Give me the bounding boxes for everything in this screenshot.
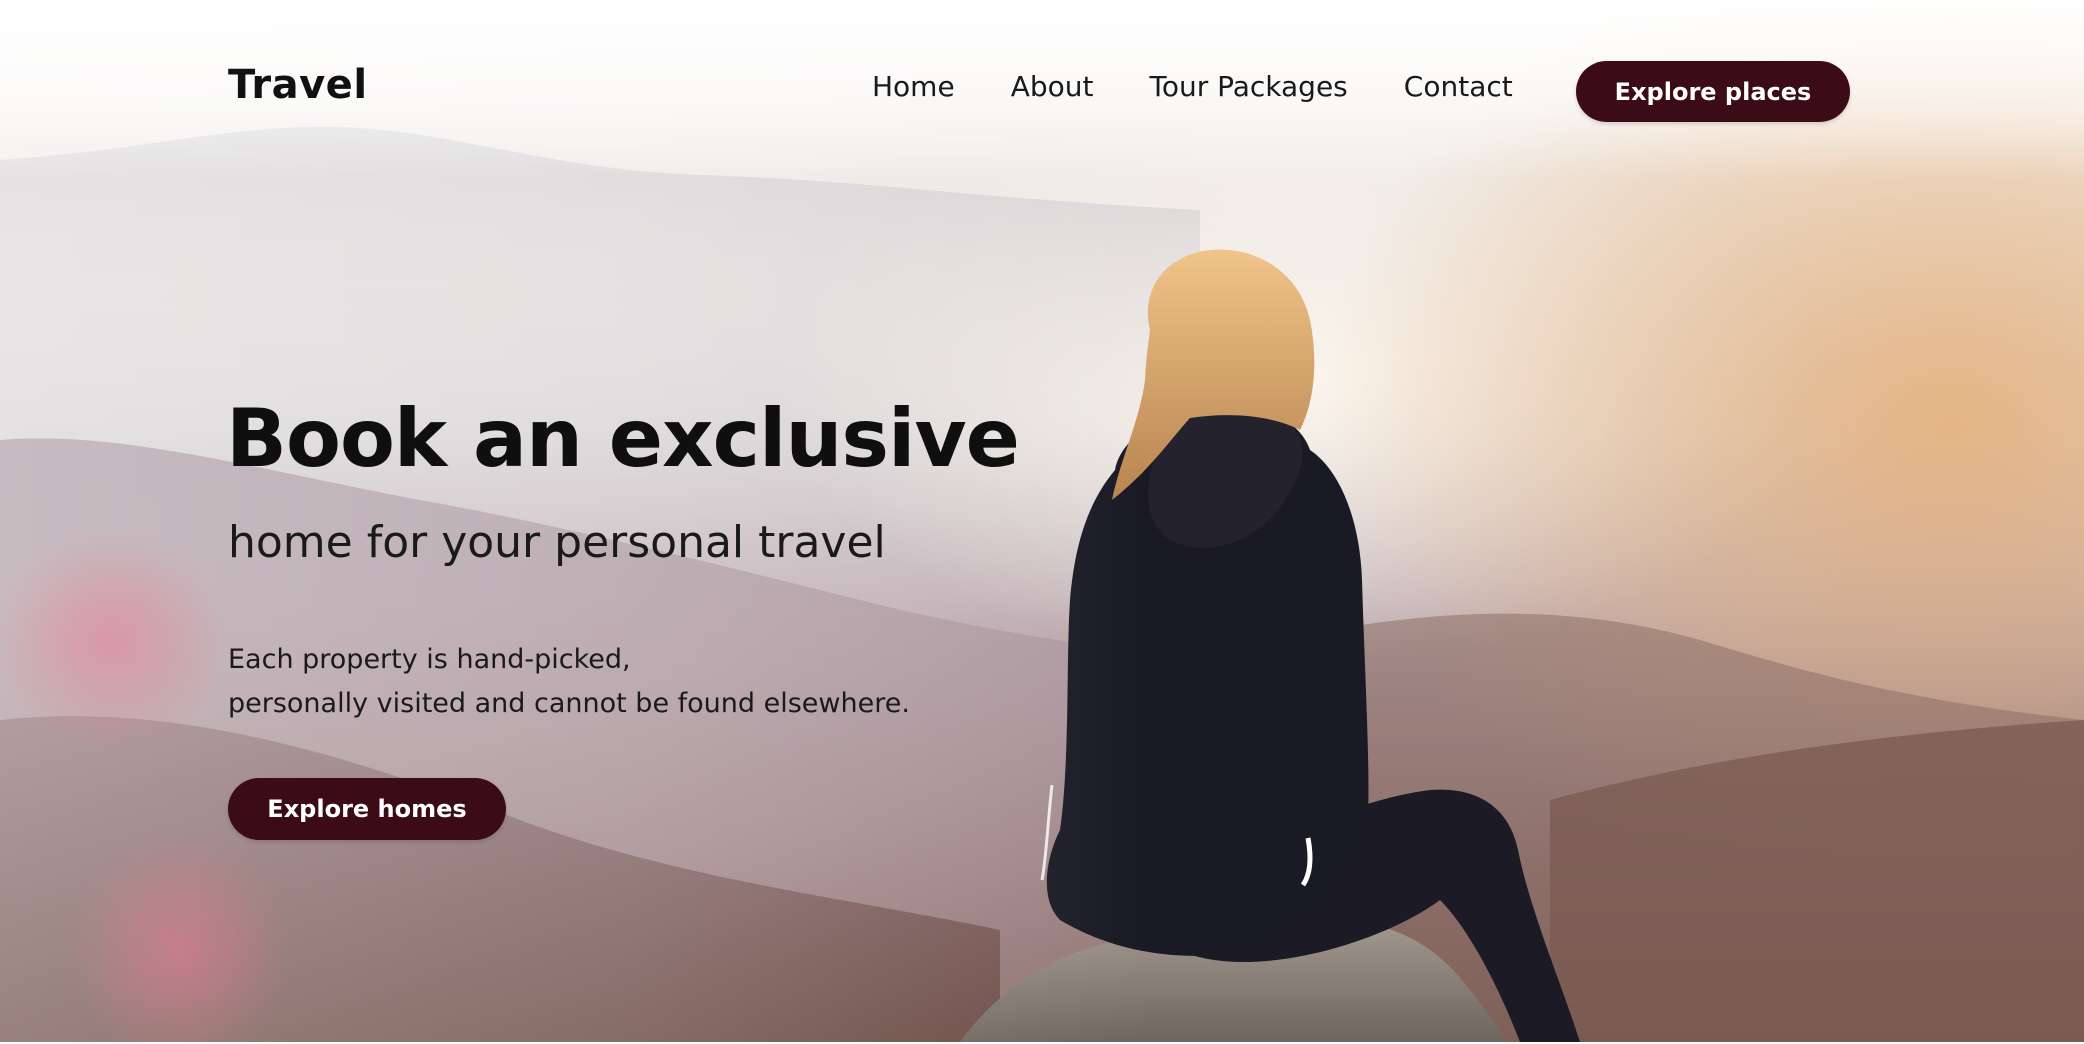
landing-page: Travel Home About Tour Packages Contact … [0, 0, 2084, 1044]
hero-description-line: personally visited and cannot be found e… [228, 688, 910, 719]
hero-headline: Book an exclusive [226, 392, 1020, 485]
nav-item-home[interactable]: Home [872, 70, 955, 103]
hero-subheadline: home for your personal travel [228, 517, 886, 568]
main-nav: Home About Tour Packages Contact [872, 70, 1569, 103]
explore-homes-button[interactable]: Explore homes [228, 778, 506, 840]
hero-description: Each property is hand-picked, personally… [228, 638, 910, 726]
explore-places-button[interactable]: Explore places [1576, 61, 1850, 122]
nav-item-about[interactable]: About [1011, 70, 1094, 103]
nav-item-contact[interactable]: Contact [1404, 70, 1513, 103]
brand-logo[interactable]: Travel [228, 62, 368, 108]
hero-description-line: Each property is hand-picked, [228, 644, 631, 675]
nav-item-tour-packages[interactable]: Tour Packages [1149, 70, 1347, 103]
